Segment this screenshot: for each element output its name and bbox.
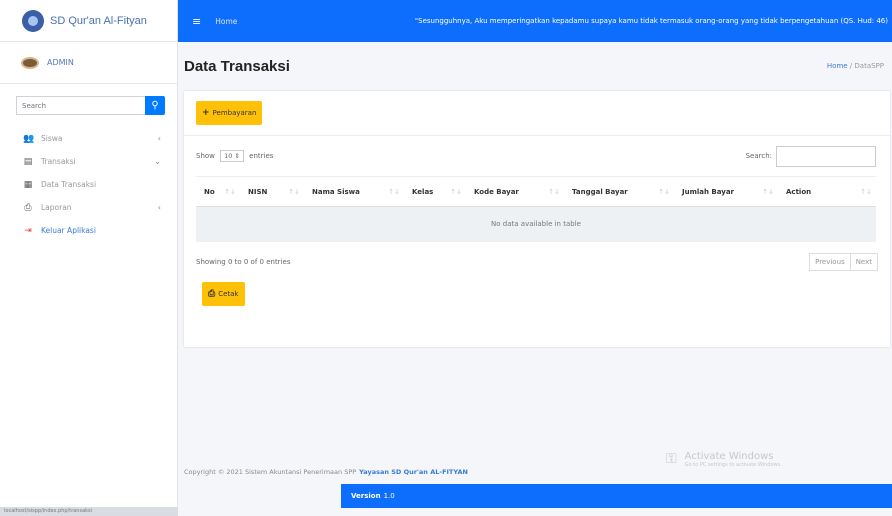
- version-value: 1.0: [383, 492, 395, 500]
- sort-icon: ↑↓: [658, 188, 670, 196]
- breadcrumb-home[interactable]: Home: [827, 62, 848, 70]
- version-label: Version: [351, 492, 381, 500]
- plus-icon: +: [202, 108, 210, 118]
- school-logo-icon: [22, 9, 44, 32]
- chevron-left-icon: ‹: [157, 134, 161, 143]
- column-header-no[interactable]: No ↑↓: [196, 176, 240, 207]
- card-header: + Pembayaran: [184, 91, 890, 136]
- content-header: Data Transaksi Home / DataSPP: [178, 42, 892, 90]
- page-footer: Copyright © 2021 Sistem Akuntansi Peneri…: [178, 460, 892, 484]
- transactions-card: + Pembayaran Show 10 ⇕ entries Search: N…: [184, 91, 890, 347]
- transactions-table: No ↑↓ NISN ↑↓ Nama Siswa ↑↓ Kelas ↑↓ Kode Ba…: [196, 176, 876, 242]
- column-label: Jumlah Bayar: [682, 187, 735, 196]
- entries-select[interactable]: 10 ⇕: [220, 150, 244, 162]
- empty-table-message: No data available in table: [196, 206, 876, 242]
- column-header-jumlah-bayar[interactable]: Jumlah Bayar ↑↓: [674, 176, 778, 207]
- column-header-action[interactable]: Action ↑↓: [778, 176, 876, 207]
- browser-status-url: localhost/sispp/index.php/transaksi: [0, 507, 178, 516]
- sort-icon: ↑↓: [548, 188, 560, 196]
- print-icon: ⎙: [24, 202, 32, 213]
- sidebar-item-label: Data Transaksi: [41, 180, 97, 189]
- sidebar-item-label: Transaksi: [41, 157, 76, 166]
- sidebar-item-laporan[interactable]: ⎙ Laporan ‹: [0, 198, 177, 217]
- brand-name: SD Qur'an Al-Fityan: [50, 14, 147, 27]
- copyright-text: Copyright © 2021 Sistem Akuntansi Peneri…: [184, 468, 357, 476]
- add-payment-label: Pembayaran: [212, 109, 257, 117]
- sidebar-item-label: Laporan: [41, 203, 72, 212]
- search-button[interactable]: ⚲: [145, 96, 165, 115]
- sidebar-item-logout[interactable]: ⇥ Keluar Aplikasi: [0, 221, 177, 240]
- avatar: [21, 56, 39, 69]
- column-label: Action: [786, 187, 812, 196]
- table-row: No data available in table: [196, 206, 876, 242]
- previous-button[interactable]: Previous: [810, 254, 850, 270]
- sidebar-nav: 👥 Siswa ‹ ▤ Transaksi ⌄ ▦ Data Transaksi…: [0, 129, 177, 240]
- sidebar: SD Qur'an Al-Fityan ADMIN ⚲ 👥 Siswa ‹ ▤ …: [0, 0, 178, 516]
- sort-icon: ↑↓: [288, 188, 300, 196]
- table-info: Showing 0 to 0 of 0 entries: [196, 257, 291, 266]
- column-label: Kode Bayar: [474, 187, 519, 196]
- add-payment-button[interactable]: + Pembayaran: [196, 101, 263, 125]
- menu-toggle-icon[interactable]: ≡: [192, 15, 201, 28]
- footer-org-link[interactable]: Yayasan SD Qur'an AL-FITYAN: [359, 468, 468, 476]
- user-name: ADMIN: [47, 58, 74, 67]
- chevron-down-icon: ⌄: [154, 157, 161, 166]
- table-search-label: Search:: [745, 152, 772, 160]
- pagination: Previous Next: [809, 252, 878, 271]
- table-search-input[interactable]: [776, 145, 876, 167]
- sort-icon: ↑↓: [860, 188, 872, 196]
- version-bar: Version 1.0: [341, 484, 892, 508]
- sidebar-item-label: Siswa: [41, 134, 63, 143]
- sort-icon: ↑↓: [388, 188, 400, 196]
- print-button[interactable]: ⎙ Cetak: [202, 281, 245, 306]
- breadcrumb-current: DataSPP: [854, 62, 884, 70]
- sidebar-item-label: Keluar Aplikasi: [41, 226, 96, 235]
- table-icon: ▦: [23, 179, 33, 190]
- column-label: NISN: [248, 187, 268, 196]
- column-header-tanggal-bayar[interactable]: Tanggal Bayar ↑↓: [564, 176, 674, 207]
- book-icon: ▤: [23, 156, 33, 167]
- breadcrumb: Home / DataSPP: [827, 62, 884, 70]
- column-header-nisn[interactable]: NISN ↑↓: [240, 176, 304, 207]
- column-header-kode-bayar[interactable]: Kode Bayar ↑↓: [466, 176, 564, 207]
- column-label: Nama Siswa: [312, 187, 360, 196]
- table-search: Search:: [745, 145, 876, 167]
- chevron-left-icon: ‹: [157, 203, 161, 212]
- select-arrows-icon: ⇕: [234, 152, 240, 160]
- nav-home-link[interactable]: Home: [215, 17, 237, 26]
- sort-icon: ↑↓: [762, 188, 774, 196]
- print-area: ⎙ Cetak: [184, 281, 890, 306]
- table-footer: Showing 0 to 0 of 0 entries Previous Nex…: [184, 242, 890, 282]
- print-label: Cetak: [218, 289, 239, 298]
- logout-icon: ⇥: [24, 225, 32, 236]
- table-header-row: No ↑↓ NISN ↑↓ Nama Siswa ↑↓ Kelas ↑↓ Kode Ba…: [196, 176, 876, 207]
- entries-label: entries: [249, 152, 274, 160]
- sort-icon: ↑↓: [224, 188, 236, 196]
- sidebar-item-data-transaksi[interactable]: ▦ Data Transaksi: [0, 175, 177, 194]
- column-label: Tanggal Bayar: [572, 187, 628, 196]
- sidebar-item-siswa[interactable]: 👥 Siswa ‹: [0, 129, 177, 148]
- next-button[interactable]: Next: [849, 253, 877, 270]
- users-icon: 👥: [23, 133, 35, 144]
- sort-icon: ↑↓: [450, 188, 462, 196]
- column-header-kelas[interactable]: Kelas ↑↓: [404, 176, 466, 207]
- sidebar-search-input[interactable]: [16, 96, 145, 115]
- page-length: Show 10 ⇕ entries: [196, 150, 273, 162]
- navbar-quote: "Sesungguhnya, Aku memperingatkan kepada…: [414, 17, 888, 25]
- brand-link[interactable]: SD Qur'an Al-Fityan: [0, 0, 177, 42]
- column-label: Kelas: [412, 187, 434, 196]
- user-panel[interactable]: ADMIN: [0, 42, 177, 84]
- page-title: Data Transaksi: [184, 57, 290, 75]
- entries-value: 10: [224, 152, 233, 160]
- top-navbar: ≡ Home "Sesungguhnya, Aku memperingatkan…: [178, 0, 892, 42]
- column-header-nama-siswa[interactable]: Nama Siswa ↑↓: [304, 176, 404, 207]
- search-icon: ⚲: [151, 100, 159, 111]
- sidebar-search: ⚲: [16, 96, 165, 115]
- sidebar-item-transaksi[interactable]: ▤ Transaksi ⌄: [0, 152, 177, 171]
- table-controls: Show 10 ⇕ entries Search:: [184, 136, 890, 176]
- print-icon: ⎙: [208, 288, 216, 299]
- column-label: No: [204, 187, 215, 196]
- show-label: Show: [196, 152, 215, 160]
